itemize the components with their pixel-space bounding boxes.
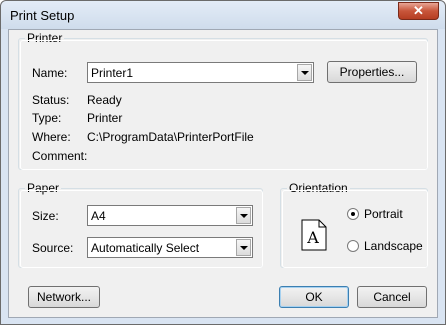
size-label: Size:	[32, 209, 59, 223]
window-title: Print Setup	[10, 8, 75, 23]
printer-group: Printer Name: Printer1 Properties... Sta…	[18, 31, 428, 170]
close-button[interactable]: ✕	[398, 2, 439, 20]
network-button[interactable]: Network...	[28, 286, 100, 308]
landscape-radio[interactable]	[347, 240, 359, 252]
portrait-radio[interactable]	[347, 208, 359, 220]
landscape-label[interactable]: Landscape	[364, 239, 423, 253]
paper-size-value: A4	[91, 209, 106, 223]
name-label: Name:	[32, 66, 68, 80]
dialog-body: Printer Name: Printer1 Properties... Sta…	[8, 29, 438, 318]
ok-button[interactable]: OK	[279, 286, 349, 308]
status-value: Ready	[87, 93, 122, 107]
printer-name-dropdown[interactable]: Printer1	[87, 62, 314, 83]
type-value: Printer	[87, 111, 123, 125]
paper-group: Paper Size: A4 Source: Automatically Sel…	[18, 181, 263, 268]
paper-source-dropdown[interactable]: Automatically Select	[87, 237, 253, 258]
dropdown-arrow-icon[interactable]	[297, 64, 312, 81]
where-value: C:\ProgramData\PrinterPortFile	[87, 130, 254, 144]
source-label: Source:	[32, 241, 74, 255]
page-portrait-icon: A	[301, 219, 327, 251]
dropdown-arrow-icon[interactable]	[236, 207, 251, 224]
orientation-group: Orientation A Portrait Landscape	[280, 181, 428, 268]
printer-group-label: Printer	[25, 31, 65, 45]
printer-name-value: Printer1	[91, 66, 134, 80]
paper-group-label: Paper	[25, 181, 62, 195]
title-bar[interactable]: Print Setup ✕	[1, 1, 445, 29]
properties-button[interactable]: Properties...	[327, 61, 417, 83]
where-label: Where:	[32, 130, 71, 144]
close-icon: ✕	[413, 3, 424, 18]
paper-source-value: Automatically Select	[91, 241, 200, 255]
cancel-button[interactable]: Cancel	[357, 286, 427, 308]
type-label: Type:	[32, 111, 62, 125]
comment-label: Comment:	[32, 149, 88, 163]
paper-size-dropdown[interactable]: A4	[87, 205, 253, 226]
print-setup-dialog: Print Setup ✕ Printer Name: Printer1 Pro…	[0, 0, 446, 325]
orientation-group-label: Orientation	[287, 181, 350, 195]
page-letter: A	[306, 228, 319, 247]
dropdown-arrow-icon[interactable]	[236, 239, 251, 256]
status-label: Status:	[32, 93, 70, 107]
portrait-label[interactable]: Portrait	[364, 207, 403, 221]
